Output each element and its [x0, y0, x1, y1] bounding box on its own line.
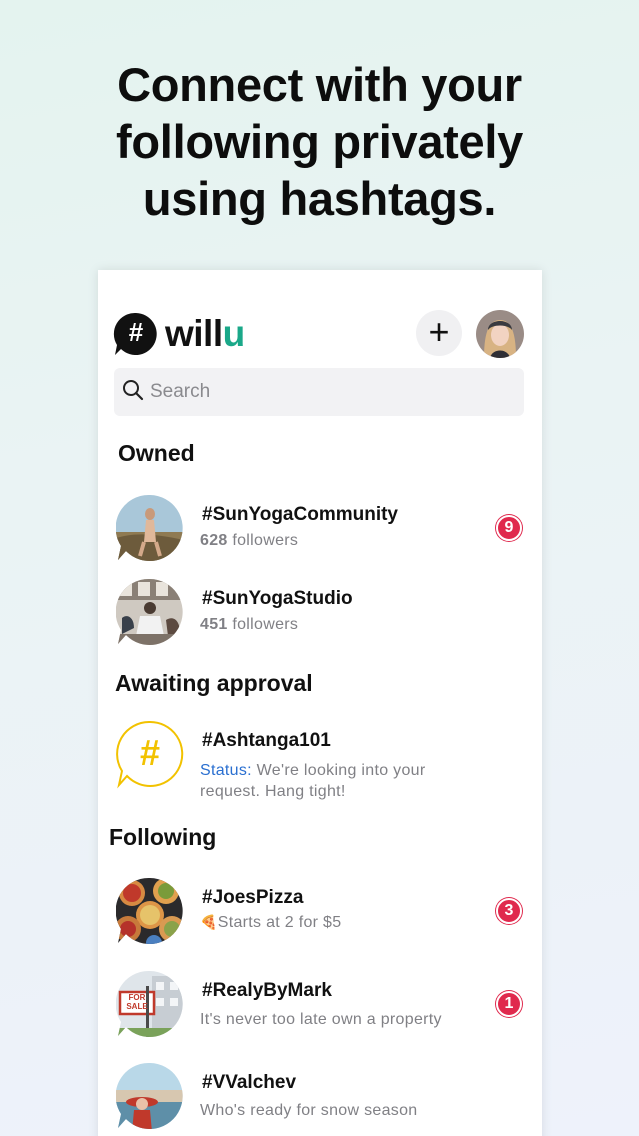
hashtag-title: #SunYogaCommunity [202, 504, 398, 525]
list-item[interactable]: #JoesPizza 🍕Starts at 2 for $5 3 [98, 877, 542, 947]
logo-wordmark: willu [165, 313, 245, 355]
hashtag-thumbnail [115, 877, 184, 947]
search-input[interactable] [150, 381, 510, 403]
profile-avatar[interactable] [476, 310, 524, 358]
headline-line-1: Connect with your [117, 58, 522, 111]
headline: Connect with your following privately us… [0, 56, 639, 227]
hashtag-thumbnail [116, 1062, 184, 1132]
list-item[interactable]: #SunYogaCommunity 628 followers 9 [98, 494, 542, 564]
unread-badge: 3 [496, 898, 522, 924]
headline-line-3: using hashtags. [142, 172, 497, 225]
search-icon [122, 379, 144, 406]
hashtag-thumbnail: FOR SALE [116, 970, 184, 1040]
list-item[interactable]: # #Ashtanga101 Status: We're looking int… [98, 720, 542, 800]
section-title-owned: Owned [118, 440, 195, 466]
pizza-icon: 🍕 [200, 914, 218, 930]
follower-count: 628 followers [200, 532, 299, 549]
pending-symbol: # [139, 732, 161, 773]
section-title-awaiting-approval: Awaiting approval [115, 670, 313, 696]
list-item[interactable]: #SunYogaStudio 451 followers [98, 578, 542, 648]
status-label: Status: [200, 762, 252, 779]
section-title-following: Following [109, 824, 217, 850]
plus-icon: + [428, 310, 450, 352]
hashtag-thumbnail [116, 494, 184, 564]
hashtag-title: #JoesPizza [202, 887, 304, 908]
list-item[interactable]: #VValchev Who's ready for snow season [98, 1062, 542, 1132]
hashtag-title: #VValchev [202, 1072, 297, 1093]
search-bar[interactable] [114, 368, 524, 416]
logo-symbol: # [128, 316, 144, 347]
unread-badge: 9 [496, 515, 522, 541]
app-screen: # willu + Owned [98, 270, 542, 1136]
hashtag-title: #Ashtanga101 [202, 730, 331, 751]
pending-hashtag-icon: # [116, 720, 184, 790]
hashtag-subtitle: It's never too late own a property [200, 1011, 442, 1028]
app-logo: # willu [112, 310, 245, 358]
headline-line-2: following privately [116, 115, 523, 168]
hashtag-bubble-icon: # [112, 310, 160, 358]
logo-word-main: will [165, 313, 223, 354]
list-item[interactable]: FOR SALE #RealyByMark It's never too late… [98, 970, 542, 1040]
hashtag-subtitle: Who's ready for snow season [200, 1102, 418, 1119]
hashtag-subtitle: 🍕Starts at 2 for $5 [200, 914, 342, 931]
unread-badge: 1 [496, 991, 522, 1017]
status-message: Status: We're looking into your request.… [200, 762, 426, 800]
logo-word-accent: u [222, 313, 246, 354]
hashtag-thumbnail [116, 578, 184, 648]
hashtag-title: #RealyByMark [202, 980, 332, 1001]
hashtag-title: #SunYogaStudio [202, 588, 353, 609]
add-hashtag-button[interactable]: + [416, 310, 462, 356]
for-sale-sign-text: FOR SALE [126, 993, 148, 1011]
follower-count: 451 followers [200, 616, 299, 633]
